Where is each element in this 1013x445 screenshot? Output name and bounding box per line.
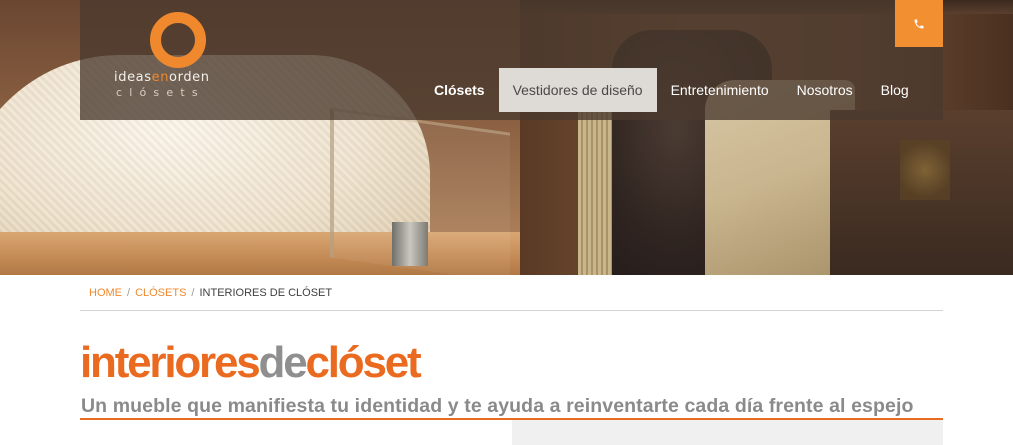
breadcrumb-closets[interactable]: CLÓSETS	[135, 287, 186, 299]
main-nav: Clósets Vestidores de diseño Entretenimi…	[420, 68, 923, 112]
logo-tagline: clósets	[116, 86, 205, 99]
nav-item-blog[interactable]: Blog	[867, 68, 923, 112]
breadcrumb-divider	[80, 310, 943, 311]
page-subtitle: Un mueble que manifiesta tu identidad y …	[81, 395, 914, 417]
logo-ring-icon	[150, 12, 206, 68]
content-panel	[512, 420, 943, 445]
breadcrumb-separator: /	[127, 287, 131, 299]
logo-word-ideas: ideas	[114, 70, 152, 85]
hero-handle	[392, 222, 428, 266]
hero-sequins	[900, 140, 950, 200]
page-title: interioresdeclóset	[80, 338, 422, 388]
nav-item-entretenimiento[interactable]: Entretenimiento	[657, 68, 783, 112]
phone-icon	[914, 19, 924, 28]
breadcrumb-current: INTERIORES DE CLÓSET	[199, 287, 333, 299]
breadcrumb-home[interactable]: HOME	[89, 287, 122, 299]
nav-item-closets[interactable]: Clósets	[420, 68, 499, 112]
phone-button[interactable]	[895, 0, 943, 47]
nav-item-vestidores[interactable]: Vestidores de diseño	[498, 68, 657, 112]
nav-item-nosotros[interactable]: Nosotros	[783, 68, 867, 112]
logo-wordmark: ideasenorden	[114, 70, 210, 85]
breadcrumb: HOME / CLÓSETS / INTERIORES DE CLÓSET	[89, 287, 332, 299]
title-part-de: de	[258, 338, 308, 387]
title-part-closet: clóset	[305, 338, 421, 387]
title-part-interiores: interiores	[80, 338, 261, 387]
breadcrumb-separator: /	[191, 287, 195, 299]
site-logo[interactable]: ideasenorden clósets	[112, 12, 242, 102]
logo-word-orden: orden	[169, 70, 210, 85]
logo-word-en: en	[151, 70, 170, 85]
